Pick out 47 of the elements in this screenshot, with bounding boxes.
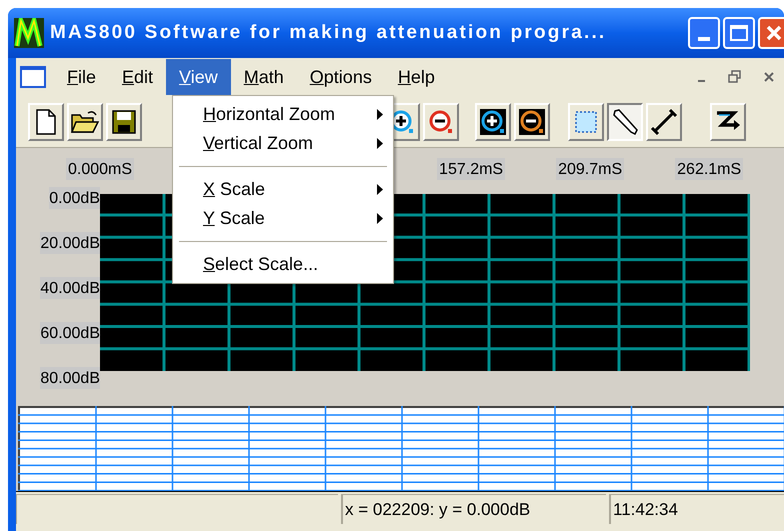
dotted-square-icon <box>574 110 598 134</box>
menu-entry[interactable]: Horizontal Zoom <box>173 100 393 129</box>
x-axis-label: 209.7mS <box>556 158 624 180</box>
status-text: 11:42:34 <box>609 494 784 524</box>
toolbar-button[interactable] <box>607 102 643 140</box>
minimize-button[interactable] <box>688 17 720 49</box>
zoom-out-icon <box>428 108 454 134</box>
close-icon <box>765 24 783 42</box>
pencil-icon <box>611 108 639 136</box>
y-axis-label: 20.00dB <box>40 232 100 254</box>
y-axis-label: 0.00dB <box>49 187 100 209</box>
menu-item[interactable]: Math <box>230 59 297 95</box>
document-icon <box>20 66 46 88</box>
menu-item[interactable]: Edit <box>109 59 166 95</box>
menu-item[interactable]: Help <box>384 59 448 95</box>
submenu-arrow-icon <box>377 184 383 195</box>
maximize-icon <box>730 25 748 41</box>
menu-entry[interactable]: Vertical Zoom <box>173 129 393 158</box>
y-axis-label: 40.00dB <box>40 277 100 299</box>
minimize-icon <box>698 80 704 82</box>
window-title: MAS800 Software for making attenuation progra... <box>50 20 606 45</box>
minimize-icon <box>698 37 710 41</box>
menu-item[interactable]: View <box>166 59 231 95</box>
maximize-button[interactable] <box>723 17 755 49</box>
close-button[interactable] <box>758 17 784 49</box>
x-axis-label: 157.2mS <box>437 158 506 180</box>
submenu-arrow-icon <box>377 138 383 149</box>
submenu-arrow-icon <box>377 109 383 120</box>
zoom-in-icon <box>480 108 506 134</box>
x-axis-label: 0.000mS <box>66 158 134 180</box>
x-axis-label: 262.1mS <box>675 158 744 180</box>
y-axis-label: 60.00dB <box>40 322 100 344</box>
close-icon <box>763 71 775 83</box>
new-file-icon <box>35 108 57 134</box>
menu-entry[interactable]: Select Scale... <box>173 250 393 279</box>
folder-icon <box>71 110 99 134</box>
menu-entry[interactable]: Y Scale <box>173 204 393 233</box>
status-text: x = 022209: y = 0.000dB <box>341 494 606 524</box>
menu-item[interactable]: Options <box>296 59 385 95</box>
menu-entry[interactable]: X Scale <box>173 175 393 204</box>
zoom-out-icon <box>519 108 545 134</box>
app-logo-icon <box>14 18 44 48</box>
restore-icon <box>728 70 742 84</box>
submenu-arrow-icon <box>377 213 383 224</box>
menu-item[interactable]: File <box>54 59 110 95</box>
line-tool-icon <box>650 108 678 136</box>
y-axis-label: 80.00dB <box>40 367 100 389</box>
